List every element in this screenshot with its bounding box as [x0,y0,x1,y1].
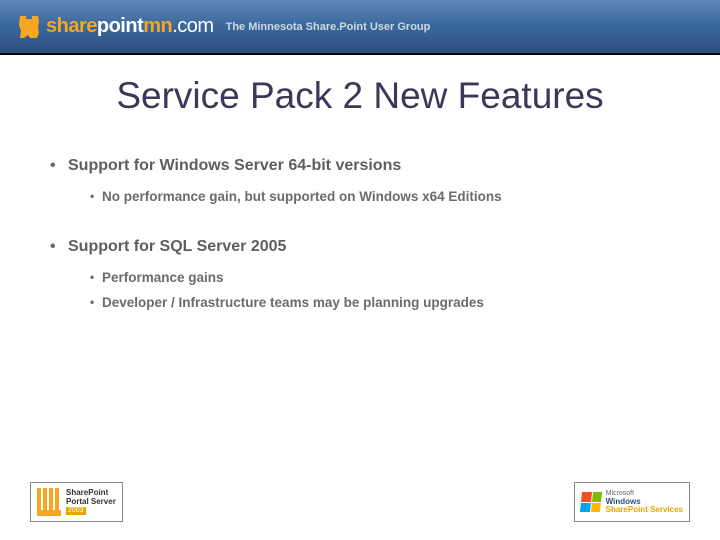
badge-sharepoint-portal: SharePoint Portal Server 2003 [30,482,123,522]
bullet-2: Support for SQL Server 2005 [50,238,670,256]
slide-content: Support for Windows Server 64-bit versio… [0,117,720,310]
badge-left-text: SharePoint Portal Server 2003 [66,489,116,515]
badge-left-year: 2003 [66,507,86,515]
site-logo: sharepointmn.com [18,15,214,39]
portal-server-icon [37,488,61,516]
badge-right-sps: SharePoint Services [606,505,683,514]
header-subtitle: The Minnesota Share.Point User Group [226,21,431,33]
badge-right-text: Microsoft Windows SharePoint Services [606,489,683,515]
slide-title: Service Pack 2 New Features [0,75,720,117]
bullet-group-2: Support for SQL Server 2005 Performance … [50,238,670,310]
mn-state-icon [18,15,40,39]
logo-part-share: share [46,15,97,37]
bullet-2-2: Developer / Infrastructure teams may be … [50,295,670,310]
header-bar: sharepointmn.com The Minnesota Share.Poi… [0,0,720,55]
bullet-1-1: No performance gain, but supported on Wi… [50,189,670,204]
badge-left-line2: Portal Server [66,498,116,507]
logo-part-mn: mn [143,15,172,37]
footer-badges: SharePoint Portal Server 2003 Microsoft … [0,482,720,522]
bullet-1: Support for Windows Server 64-bit versio… [50,157,670,175]
bullet-group-1: Support for Windows Server 64-bit versio… [50,157,670,204]
bullet-2-1: Performance gains [50,270,670,285]
badge-windows-sps: Microsoft Windows SharePoint Services [574,482,690,522]
windows-flag-icon [580,492,602,512]
logo-part-com: .com [172,15,213,37]
logo-part-point: point [97,15,143,37]
badge-right-windows: Windows [606,497,641,506]
logo-text: sharepointmn.com [46,15,214,38]
